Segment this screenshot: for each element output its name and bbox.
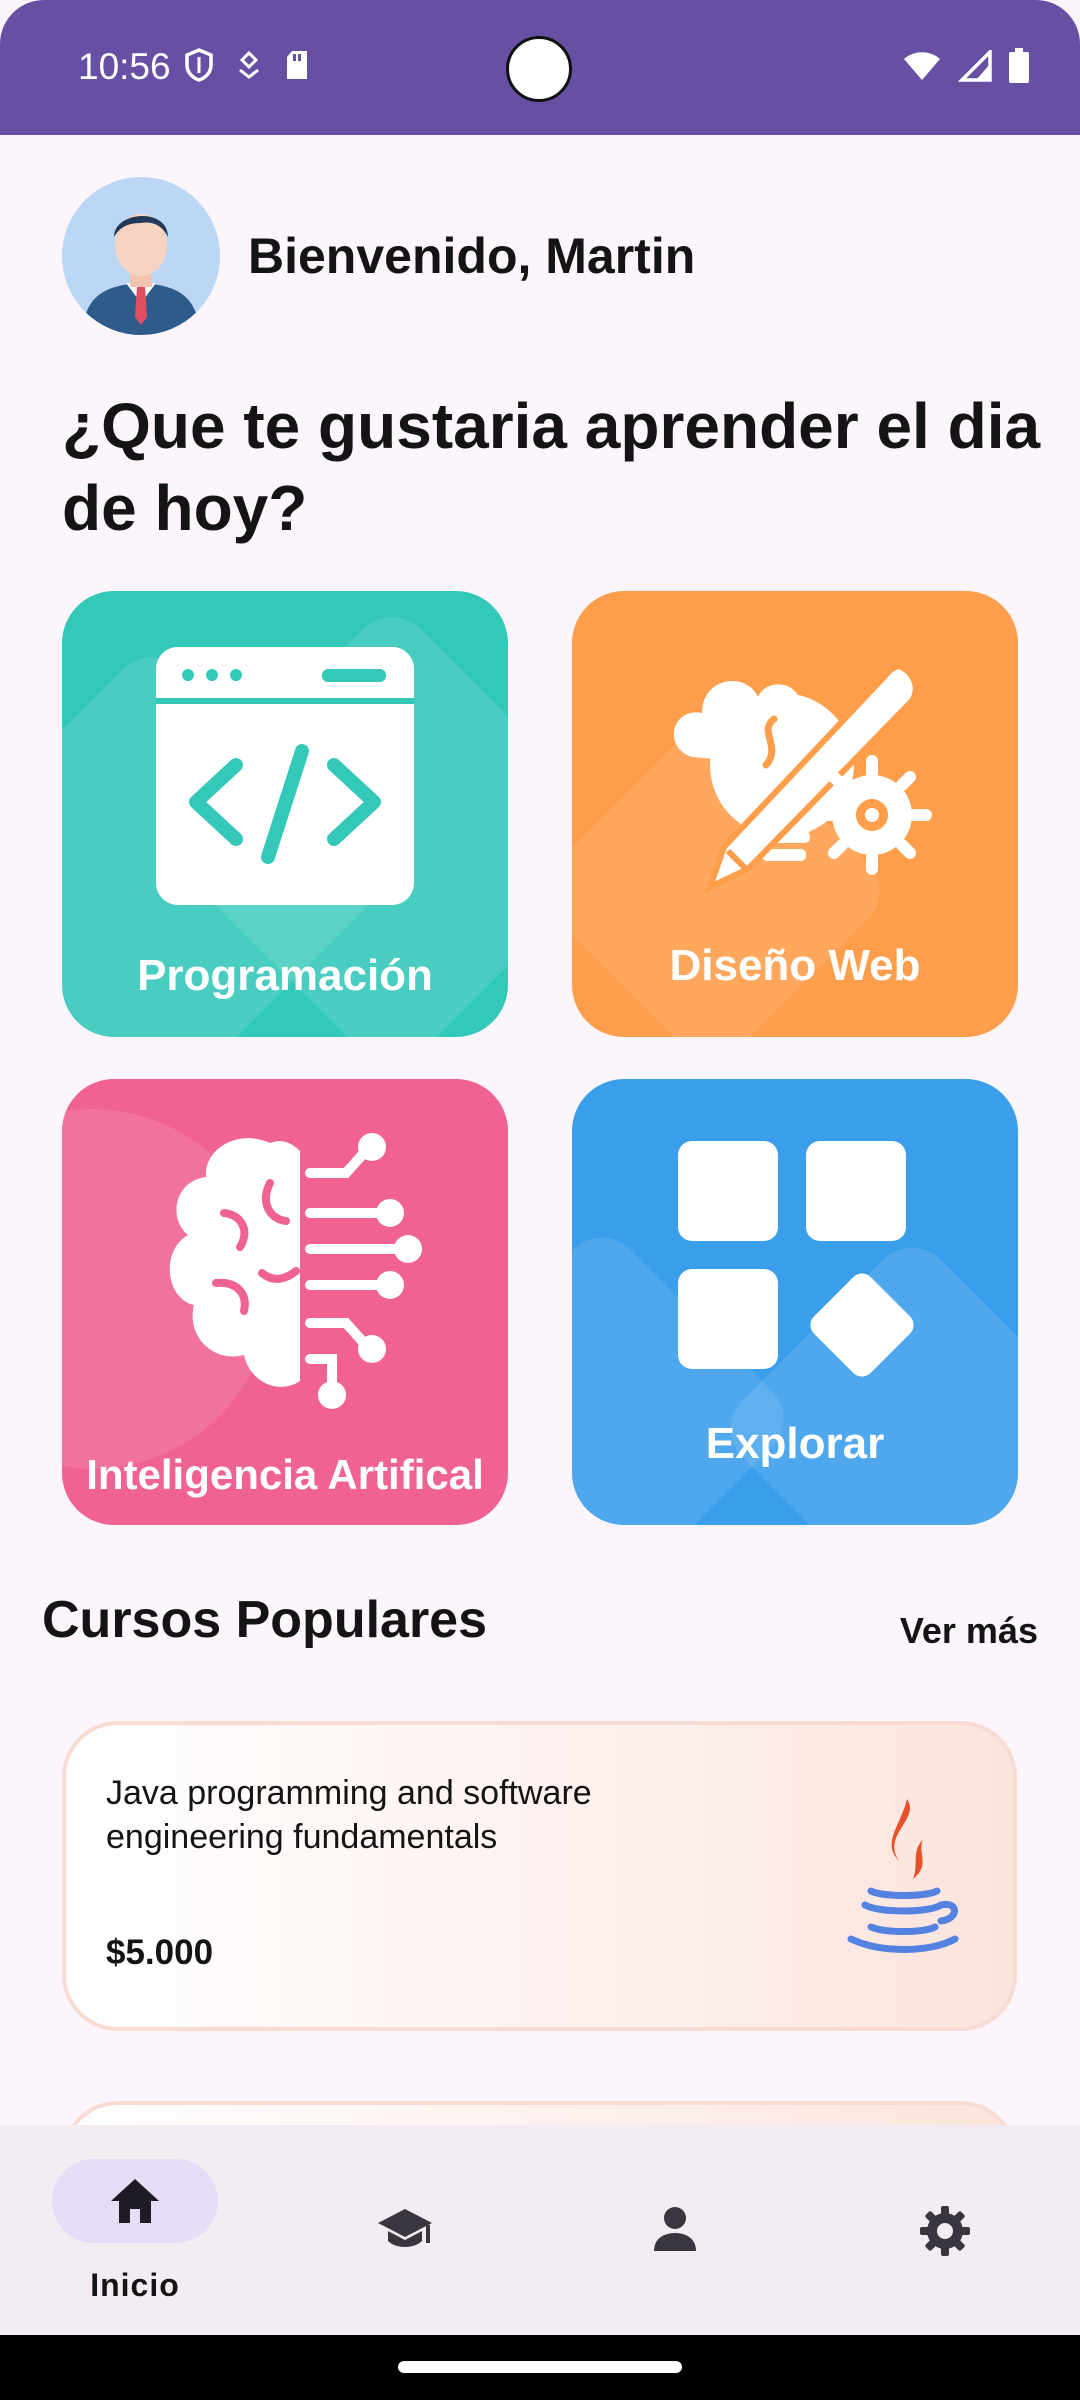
- data-saver-icon: [239, 50, 259, 79]
- course-card[interactable]: Java programming and software engineerin…: [62, 1721, 1017, 2031]
- front-camera: [506, 36, 572, 102]
- status-icons-right: [902, 48, 1030, 84]
- wifi-icon: [904, 52, 940, 80]
- status-icons-left: [184, 48, 310, 82]
- category-label: Inteligencia Artifical: [86, 1451, 484, 1498]
- battery-icon: [1009, 48, 1029, 83]
- category-inteligencia-artificial[interactable]: Inteligencia Artifical: [62, 1079, 508, 1525]
- settings-icon: [810, 2205, 1080, 2257]
- status-bar: 10:56: [0, 0, 1080, 135]
- nav-item-inicio[interactable]: Inicio: [0, 2125, 270, 2335]
- category-programacion[interactable]: Programación: [62, 591, 508, 1037]
- apps-grid-icon: [678, 1141, 914, 1377]
- nav-item-settings[interactable]: [810, 2125, 1080, 2335]
- category-diseno-web[interactable]: Diseño Web: [572, 591, 1018, 1037]
- nav-item-courses[interactable]: [270, 2125, 540, 2335]
- sd-card-icon: [287, 51, 307, 79]
- category-label: Diseño Web: [669, 941, 921, 990]
- gesture-handle[interactable]: [398, 2361, 682, 2373]
- home-icon: [0, 2177, 270, 2225]
- main-content[interactable]: Bienvenido, Martin ¿Que te gustaria apre…: [0, 135, 1080, 2125]
- gesture-bar: [0, 2335, 1080, 2400]
- course-price: $5.000: [106, 1933, 214, 1972]
- nav-item-profile[interactable]: [540, 2125, 810, 2335]
- welcome-text: Bienvenido, Martin: [248, 228, 696, 284]
- code-window-icon: [156, 647, 414, 905]
- ai-brain-icon: [169, 1133, 422, 1409]
- section-title: Cursos Populares: [42, 1591, 488, 1649]
- header-row: Bienvenido, Martin: [62, 177, 695, 335]
- design-tools-icon: [673, 663, 932, 893]
- nav-label: Inicio: [90, 2267, 180, 2303]
- java-logo-icon: [847, 1799, 959, 1953]
- category-label: Programación: [137, 951, 433, 1000]
- user-avatar-icon: [62, 177, 220, 335]
- avatar[interactable]: [62, 177, 220, 335]
- bottom-navigation: Inicio: [0, 2125, 1080, 2335]
- category-explorar[interactable]: Explorar: [572, 1079, 1018, 1525]
- shield-icon: [185, 48, 213, 82]
- person-icon: [540, 2205, 810, 2253]
- course-title: Java programming and software engineerin…: [106, 1774, 592, 1856]
- page-question: ¿Que te gustaria aprender el dia de hoy?: [62, 390, 1041, 544]
- signal-icon: [958, 50, 992, 82]
- status-time: 10:56: [78, 46, 171, 87]
- category-label: Explorar: [705, 1419, 885, 1468]
- see-more-link[interactable]: Ver más: [900, 1610, 1038, 1652]
- course-card[interactable]: [62, 2101, 1017, 2125]
- school-icon: [270, 2207, 540, 2253]
